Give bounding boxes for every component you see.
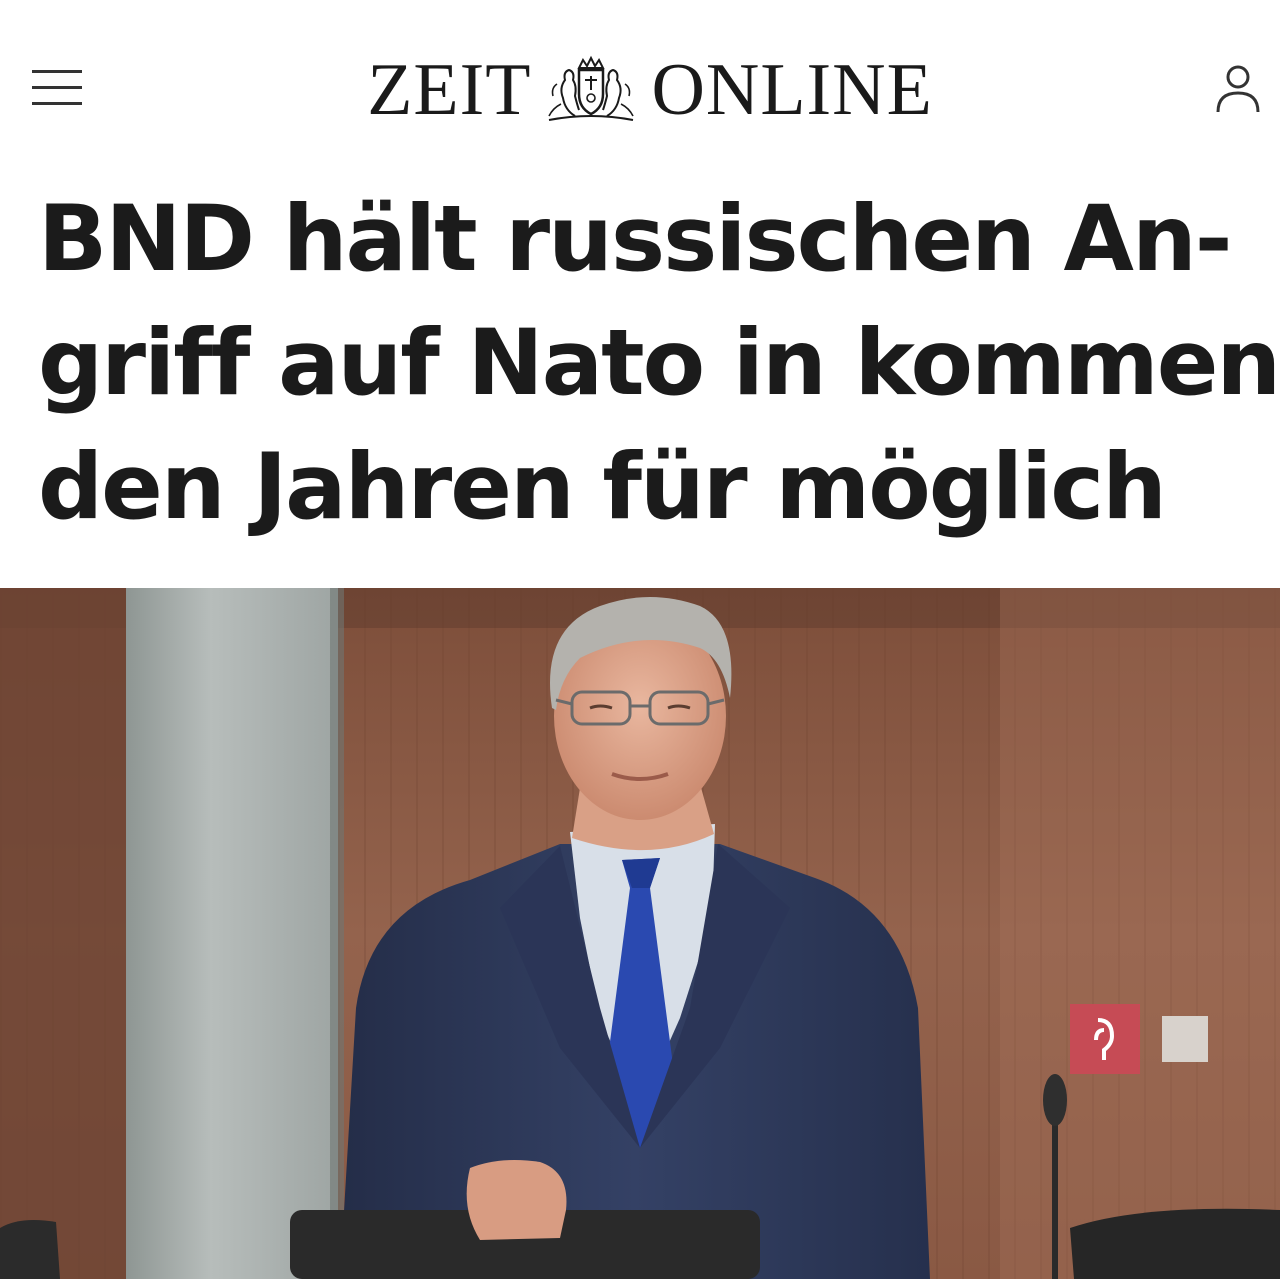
- logo-word-left: ZEIT: [367, 49, 532, 131]
- wall-switch: [1162, 1016, 1208, 1062]
- menu-line: [32, 102, 82, 105]
- article-image: [0, 588, 1280, 1279]
- hamburger-menu-icon[interactable]: [30, 66, 84, 110]
- headline-line-3: den Jahren für möglich: [38, 435, 1167, 540]
- hand: [466, 1160, 567, 1240]
- concrete-pillar: [126, 588, 338, 1279]
- headline-line-2: griff auf Nato in kommen-: [38, 311, 1280, 416]
- menu-line: [32, 86, 82, 89]
- user-account-icon[interactable]: [1214, 62, 1262, 114]
- microphone: [1052, 1108, 1058, 1279]
- user-icon: [1216, 65, 1260, 113]
- site-header: ZEIT ONLINE: [0, 0, 1280, 170]
- chair-left: [0, 1220, 60, 1279]
- article-photo[interactable]: [0, 588, 1280, 1279]
- article-headline[interactable]: BND hält russischen An- griff auf Nato i…: [38, 178, 1280, 550]
- site-logo[interactable]: ZEIT ONLINE: [320, 50, 980, 130]
- logo-word-right: ONLINE: [651, 49, 933, 131]
- menu-line: [32, 70, 82, 73]
- coat-of-arms-icon: [548, 55, 635, 121]
- accessibility-sign: [1070, 1004, 1140, 1074]
- headline-line-1: BND hält russischen An-: [38, 187, 1233, 292]
